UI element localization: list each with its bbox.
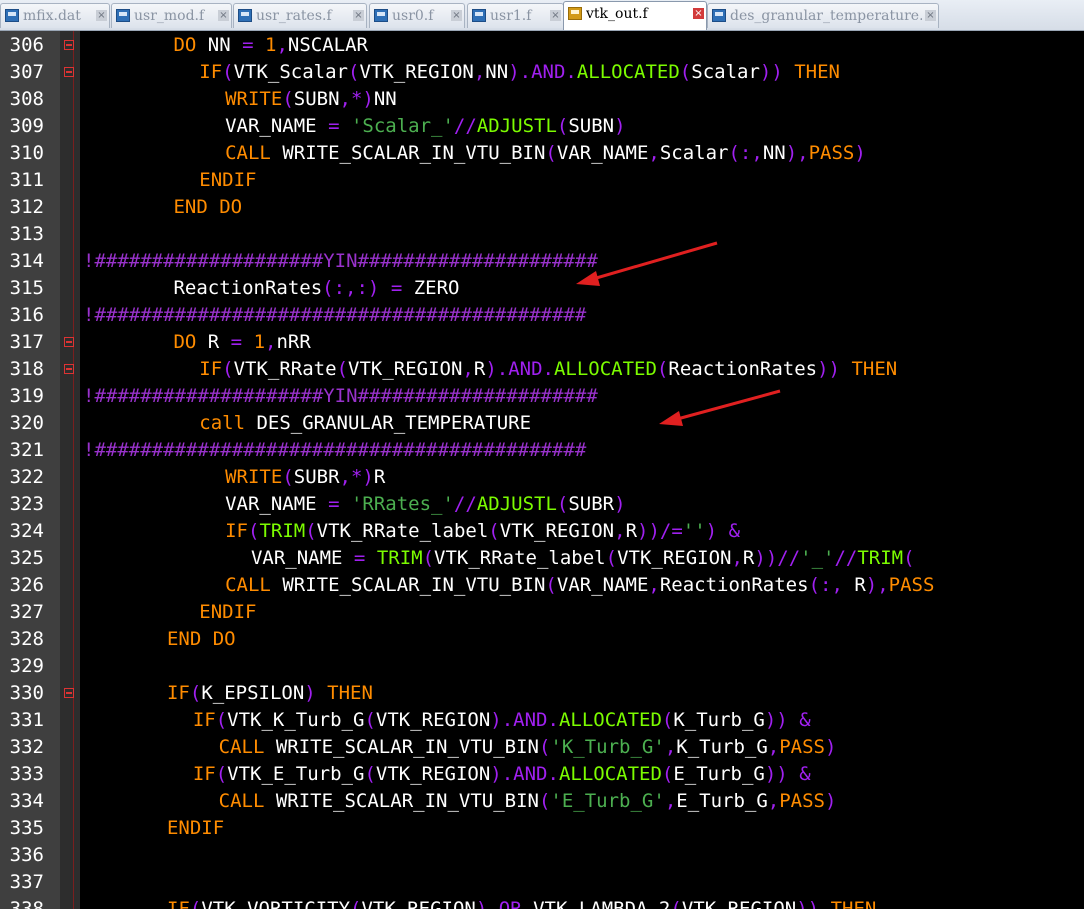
annotation-arrows: [576, 241, 781, 426]
annotation-arrow-1: [576, 241, 718, 286]
annotation-arrow-2: [659, 389, 781, 426]
